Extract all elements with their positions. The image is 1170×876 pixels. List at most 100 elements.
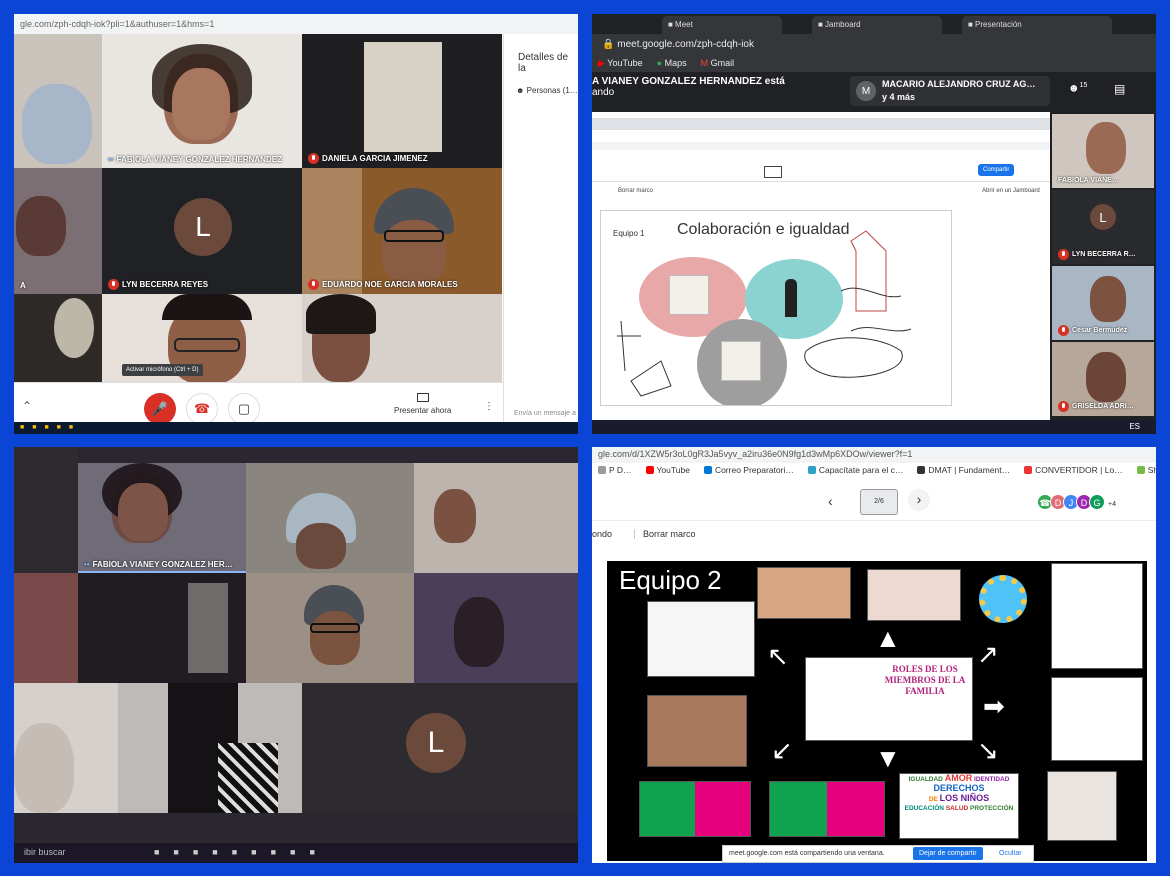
bookmark-maps[interactable]: ● Maps xyxy=(657,58,687,70)
windows-taskbar: ES xyxy=(592,420,1156,434)
shared-screen: Compartir Borrar marco Abrir en un Jambo… xyxy=(592,112,1050,434)
center-title: ROLES DE LOS MIEMBROS DE LA FAMILIA xyxy=(884,664,966,696)
jamboard-screenshot: gle.com/d/1XZW5r3oL0gR3Ja5vyv_a2iru36e0N… xyxy=(592,447,1156,863)
people-icon: ☻ xyxy=(1068,82,1080,95)
mic-off-icon xyxy=(1058,249,1069,260)
video-tile xyxy=(14,447,78,573)
participant-face xyxy=(14,723,74,813)
arrow-upright-icon: ↗ xyxy=(977,639,999,669)
video-tile xyxy=(246,573,414,683)
video-tile: L xyxy=(302,683,578,813)
sketch-image xyxy=(647,601,755,677)
participant-name: FABIOLA VIANE… xyxy=(1058,177,1119,184)
taskbar-icons[interactable]: ■■■■■ xyxy=(20,424,81,431)
meet-grid-screenshot-1: gle.com/zph-cdqh-iok?pli=1&authuser=1&hm… xyxy=(14,14,578,434)
inner-tab-strip xyxy=(592,118,1050,130)
present-icon xyxy=(416,393,429,402)
mic-toggle-button[interactable]: 🎤 xyxy=(144,393,176,425)
glasses-icon xyxy=(310,623,360,633)
people-tab[interactable]: ☻ Personas (1… xyxy=(516,86,578,95)
browser-tab[interactable]: ■ Presentación xyxy=(962,16,1112,34)
search-box[interactable]: ibir buscar xyxy=(24,847,66,857)
meet-presentation-screenshot: ■ Meet ■ Jamboard ■ Presentación 🔒 meet.… xyxy=(592,14,1156,434)
glasses-icon xyxy=(384,230,444,242)
video-tile xyxy=(414,463,578,573)
bookmark-gmail[interactable]: M Gmail xyxy=(701,58,735,70)
browser-tab[interactable]: ■ Jamboard xyxy=(812,16,942,34)
arrow-downleft-icon: ↙ xyxy=(771,735,793,765)
bookmark-youtube[interactable]: ▶ YouTube xyxy=(598,58,643,70)
arrow-upleft-icon: ↖ xyxy=(767,641,789,671)
bookmark[interactable]: DMAT | Fundament… xyxy=(917,465,1010,477)
participant-face xyxy=(454,597,504,667)
participant-face xyxy=(16,196,66,256)
notification-line2: y 4 más xyxy=(882,92,916,102)
chat-input[interactable]: Envía un mensaje a xyxy=(514,410,576,417)
collaborator-chips: ☎ D J D G +4 xyxy=(1037,493,1116,511)
shelf-background xyxy=(302,168,362,294)
participant-face xyxy=(434,489,476,543)
people-button[interactable]: ☻15 xyxy=(1068,82,1087,95)
bookmark[interactable]: Correo Preparatori… xyxy=(703,465,794,477)
present-now-button[interactable]: Presentar ahora xyxy=(394,393,451,415)
participant-name: GRISELDA ADRI… xyxy=(1058,401,1134,412)
page-thumb-icon[interactable] xyxy=(764,166,782,178)
bookmark[interactable]: CONVERTIDOR | Lo… xyxy=(1024,465,1123,477)
household-image xyxy=(1051,677,1143,761)
collaborator-chip[interactable]: G xyxy=(1089,494,1105,510)
bookmark[interactable]: P D… xyxy=(598,465,632,477)
mic-tooltip: Activar micrófono (Ctrl + D) xyxy=(122,364,203,376)
notification-avatar: M xyxy=(856,81,876,101)
jamboard-frame: Equipo 2 ROLES DE LOS MIEMBROS DE LA FAM… xyxy=(607,561,1147,861)
camera-toggle-button[interactable]: ▢ xyxy=(228,393,260,425)
share-button[interactable]: Compartir xyxy=(978,164,1015,176)
bookmark[interactable]: YouTube xyxy=(645,465,690,477)
bookmark[interactable]: Capacítate para el c… xyxy=(807,465,903,477)
video-tile xyxy=(14,294,102,382)
participant-avatar: L xyxy=(174,198,232,256)
prev-frame-icon[interactable]: ‹ xyxy=(828,493,833,509)
bookmark[interactable]: Shinukalek Tutorial I… xyxy=(1136,465,1156,477)
arrow-up-icon: ▲ xyxy=(875,623,901,653)
green-pink-card-2 xyxy=(769,781,885,837)
globe-icon xyxy=(979,575,1027,623)
hair xyxy=(162,294,252,320)
camera-icon: ▢ xyxy=(237,401,251,416)
inner-bookmarks xyxy=(592,142,1050,150)
inner-menu: Borrar marco Abrir en un Jamboard xyxy=(618,188,1040,194)
next-frame-icon[interactable]: › xyxy=(908,489,930,511)
participant-name: DANIELA GARCIA JIMENEZ xyxy=(308,153,428,164)
participant-strip: FABIOLA VIANE… L LYN BECERRA R… Cesar Be… xyxy=(1050,112,1156,434)
video-tile xyxy=(14,34,102,168)
inner-toolbar: Compartir xyxy=(592,160,1050,182)
leave-call-button[interactable]: ☎ xyxy=(186,393,218,425)
slide-title: Equipo 2 xyxy=(619,565,722,595)
participant-name: •• FABIOLA VIANEY GONZALEZ HERNANDEZ xyxy=(108,155,282,164)
browser-tab[interactable]: ■ Meet xyxy=(662,16,782,34)
hide-button[interactable]: Ocultar xyxy=(999,850,1022,857)
frame-selector[interactable]: 2/6 xyxy=(860,489,898,515)
more-collaborators[interactable]: +4 xyxy=(1108,501,1116,508)
chat-icon[interactable]: ▤ xyxy=(1114,82,1125,96)
details-title: Detalles de la xyxy=(518,52,569,74)
lock-icon: 🔒 xyxy=(602,39,615,50)
address-bar[interactable]: gle.com/zph-cdqh-iok?pli=1&authuser=1&hm… xyxy=(14,14,578,34)
address-bar[interactable]: 🔒 meet.google.com/zph-cdqh-iok xyxy=(592,34,1156,56)
mic-off-icon xyxy=(308,279,319,290)
video-tile: Cesar Bermudez xyxy=(1052,266,1154,340)
meet-grid-photo: •• FABIOLA VIANEY GONZALEZ HER… L ibir bu… xyxy=(14,447,578,863)
address-bar[interactable]: gle.com/d/1XZW5r3oL0gR3Ja5vyv_a2iru36e0N… xyxy=(592,447,1156,463)
browser-tab-strip: ■ Meet ■ Jamboard ■ Presentación xyxy=(592,14,1156,34)
video-tile: A xyxy=(14,168,102,294)
more-options-icon[interactable]: ⋮ xyxy=(484,401,494,412)
toys-box-image xyxy=(1047,771,1117,841)
stop-sharing-button[interactable]: Dejar de compartir xyxy=(913,847,983,860)
hair xyxy=(306,294,376,334)
join-notification[interactable]: M MACARIO ALEJANDRO CRUZ AG… y 4 más xyxy=(850,76,1050,106)
mic-off-icon: 🎤 xyxy=(151,401,169,416)
mic-off-icon xyxy=(108,279,119,290)
participant-name: LYN BECERRA REYES xyxy=(108,279,208,290)
chevron-up-icon[interactable]: ⌃ xyxy=(22,399,32,413)
taskbar-icons[interactable]: ■■■■■■■■■ xyxy=(154,847,329,857)
jamboard-frame: Equipo 1 Colaboración e igualdad xyxy=(600,210,952,406)
